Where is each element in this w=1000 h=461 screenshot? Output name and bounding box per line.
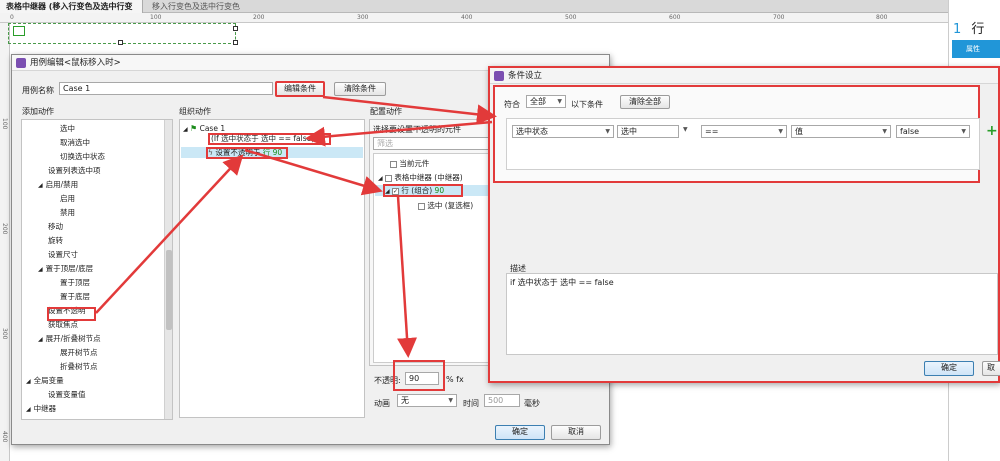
arrow-to-condition-dialog (322, 95, 497, 125)
arrow-to-action-node (95, 154, 244, 314)
arrow-to-opacity (396, 195, 418, 358)
annotation-arrows (95, 95, 497, 358)
arrow-to-widget-row (244, 148, 383, 196)
arrow-to-condition-node (305, 120, 493, 147)
